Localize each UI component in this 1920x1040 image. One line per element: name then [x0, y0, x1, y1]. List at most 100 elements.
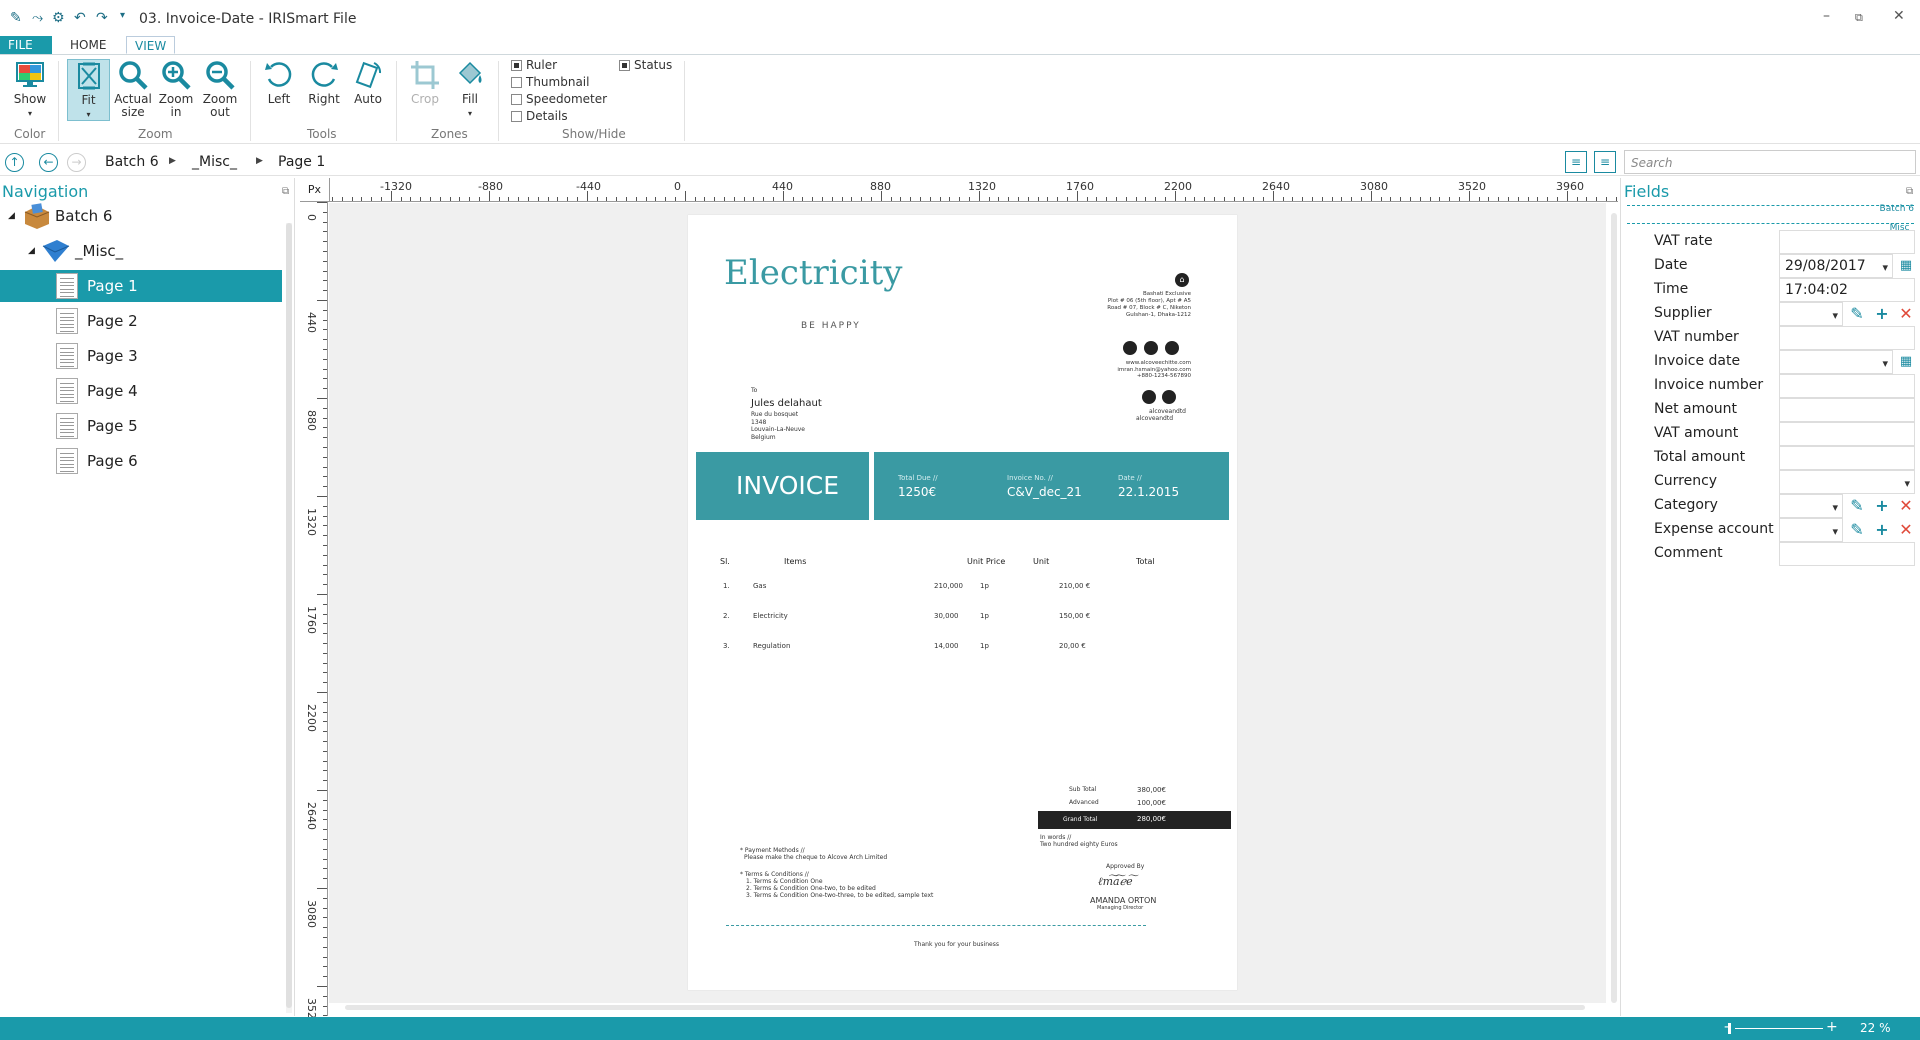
- ruler-unit[interactable]: Px: [300, 178, 330, 202]
- pin-panel-icon[interactable]: ⧉: [1906, 186, 1913, 197]
- calendar-icon[interactable]: ▦: [1896, 256, 1916, 276]
- ruler-tick: [1586, 197, 1588, 201]
- tree-item-page[interactable]: Page 3: [0, 340, 282, 372]
- auto-rotate-button[interactable]: Auto: [348, 59, 388, 106]
- actual-size-button[interactable]: Actual size: [112, 59, 154, 119]
- field-input[interactable]: [1779, 302, 1843, 326]
- field-input[interactable]: [1779, 446, 1915, 470]
- calendar-icon[interactable]: ▦: [1896, 352, 1916, 372]
- toggle-left-panel-icon[interactable]: ≡: [1565, 151, 1587, 173]
- pin-panel-icon[interactable]: ⧉: [282, 186, 289, 197]
- tab-view[interactable]: VIEW: [126, 36, 176, 54]
- ruler-tick: [1380, 197, 1382, 201]
- horizontal-scrollbar[interactable]: [340, 1004, 1600, 1012]
- pin-icon[interactable]: ✎: [10, 10, 22, 26]
- field-input[interactable]: [1779, 518, 1843, 542]
- invoice-page: Electricity BE HAPPY ⌂ Bashati Exclusive…: [688, 215, 1237, 990]
- field-input[interactable]: [1779, 470, 1915, 494]
- tree-item-page[interactable]: Page 1: [0, 270, 282, 302]
- field-input[interactable]: [1779, 374, 1915, 398]
- details-checkbox[interactable]: Details: [511, 109, 568, 123]
- toggle-right-panel-icon[interactable]: ≡: [1594, 151, 1616, 173]
- zoom-in-button[interactable]: Zoom in: [156, 59, 196, 119]
- ruler-tick: [323, 388, 327, 390]
- forward-icon[interactable]: →: [67, 153, 86, 172]
- field-input[interactable]: [1779, 422, 1915, 446]
- delete-icon[interactable]: ✕: [1896, 496, 1916, 516]
- settings-icon[interactable]: ⚙: [52, 10, 65, 26]
- tab-file[interactable]: FILE: [0, 36, 52, 54]
- breadcrumb-page[interactable]: Page 1: [278, 154, 325, 170]
- fit-button[interactable]: Fit ▾: [67, 59, 110, 121]
- close-icon[interactable]: ✕: [1893, 8, 1905, 24]
- ruler-tick: [323, 868, 327, 870]
- ruler-tick: [1498, 197, 1500, 201]
- ruler-tick: [323, 437, 327, 439]
- search-input[interactable]: Search: [1624, 150, 1916, 174]
- field-input[interactable]: 29/08/2017: [1779, 254, 1893, 278]
- field-input[interactable]: [1779, 350, 1893, 374]
- field-input[interactable]: 17:04:02: [1779, 278, 1915, 302]
- delete-icon[interactable]: ✕: [1896, 304, 1916, 324]
- show-color-button[interactable]: Show ▾: [9, 59, 51, 120]
- rotate-left-button[interactable]: Left: [259, 59, 299, 106]
- ruler-tick: [323, 486, 327, 488]
- rotate-right-button[interactable]: Right: [304, 59, 344, 106]
- field-input[interactable]: [1779, 542, 1915, 566]
- tab-home[interactable]: HOME: [62, 36, 114, 54]
- up-level-icon[interactable]: ↑: [5, 153, 24, 172]
- page-canvas[interactable]: Electricity BE HAPPY ⌂ Bashati Exclusive…: [329, 203, 1606, 1003]
- restore-icon[interactable]: ⧉: [1855, 11, 1863, 25]
- tree-item-page[interactable]: Page 6: [0, 445, 282, 477]
- zoom-out-button[interactable]: Zoom out: [200, 59, 240, 119]
- breadcrumb-folder[interactable]: _Misc_: [192, 154, 237, 170]
- collapse-arrow-icon[interactable]: ◢: [28, 235, 35, 267]
- zoom-plus-icon[interactable]: +: [1826, 1019, 1838, 1035]
- ruler-tick: [323, 848, 327, 850]
- breadcrumb-batch[interactable]: Batch 6: [105, 154, 159, 170]
- ruler-tick: [469, 197, 471, 201]
- field-label: Invoice date: [1654, 353, 1741, 369]
- ruler-tick: [694, 197, 696, 201]
- tree-item-folder[interactable]: ◢ _Misc_: [0, 235, 280, 267]
- zoom-slider-thumb[interactable]: [1728, 1023, 1731, 1034]
- status-checkbox[interactable]: Status: [619, 58, 672, 72]
- ruler-tick: [861, 197, 863, 201]
- vertical-scrollbar[interactable]: [1610, 208, 1618, 1008]
- route-icon[interactable]: ⤳: [32, 10, 43, 26]
- grand-total-value: 280,00€: [1137, 815, 1166, 823]
- field-input[interactable]: [1779, 494, 1843, 518]
- collapse-arrow-icon[interactable]: ◢: [8, 200, 15, 232]
- tree-item-page[interactable]: Page 4: [0, 375, 282, 407]
- minimize-icon[interactable]: –: [1823, 8, 1830, 24]
- ruler-checkbox[interactable]: Ruler: [511, 58, 557, 72]
- back-icon[interactable]: ←: [39, 153, 58, 172]
- mail-icon: [1144, 341, 1158, 355]
- customize-dropdown-icon[interactable]: ▾: [120, 10, 125, 21]
- add-icon[interactable]: +: [1872, 304, 1892, 324]
- redo-icon[interactable]: ↷: [96, 10, 108, 26]
- add-icon[interactable]: +: [1872, 496, 1892, 516]
- undo-icon[interactable]: ↶: [74, 10, 86, 26]
- speedometer-checkbox[interactable]: Speedometer: [511, 92, 607, 106]
- payment-label: * Payment Methods //: [740, 847, 805, 854]
- field-input[interactable]: [1779, 326, 1915, 350]
- ruler-tick: [323, 995, 327, 997]
- field-input[interactable]: [1779, 398, 1915, 422]
- tree-item-page[interactable]: Page 5: [0, 410, 282, 442]
- fill-button[interactable]: Fill ▾: [450, 59, 490, 120]
- edit-icon[interactable]: ✎: [1847, 304, 1867, 324]
- zoom-in-label-1: Zoom: [158, 92, 194, 106]
- nav-scrollbar[interactable]: [286, 223, 292, 1013]
- ruler-tick: [323, 447, 327, 448]
- field-input[interactable]: [1779, 230, 1915, 254]
- tree-item-page[interactable]: Page 2: [0, 305, 282, 337]
- crop-button[interactable]: Crop: [405, 59, 445, 106]
- tree-item-batch[interactable]: ◢ Batch 6: [0, 200, 280, 232]
- edit-icon[interactable]: ✎: [1847, 520, 1867, 540]
- zoom-slider[interactable]: [1735, 1028, 1823, 1029]
- delete-icon[interactable]: ✕: [1896, 520, 1916, 540]
- thumbnail-checkbox[interactable]: Thumbnail: [511, 75, 589, 89]
- add-icon[interactable]: +: [1872, 520, 1892, 540]
- edit-icon[interactable]: ✎: [1847, 496, 1867, 516]
